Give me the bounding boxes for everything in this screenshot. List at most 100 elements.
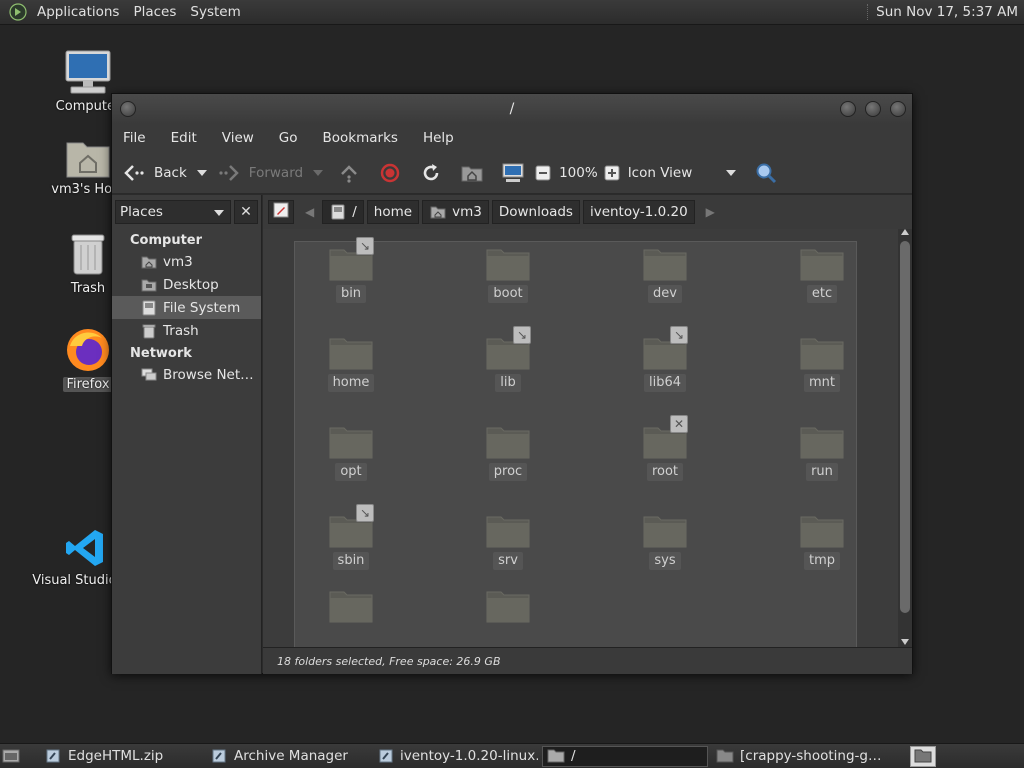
path-scroll-left[interactable]: ◀ [305, 205, 314, 219]
crumb-downloads[interactable]: Downloads [491, 200, 580, 224]
sidebar-item-file-system[interactable]: File System [112, 296, 261, 319]
forward-history-dropdown[interactable] [313, 169, 324, 176]
menu-edit[interactable]: Edit [164, 130, 204, 146]
menu-help[interactable]: Help [416, 130, 461, 146]
folder-item[interactable]: ↘ lib64 [610, 326, 720, 392]
search-button[interactable] [754, 161, 778, 185]
workspace-switcher[interactable] [910, 745, 936, 767]
sidebar-item-vm3[interactable]: vm3 [112, 250, 261, 273]
applications-menu[interactable]: Applications [30, 0, 126, 25]
close-sidebar-button[interactable]: ✕ [234, 200, 258, 224]
view-mode-select[interactable]: Icon View [628, 165, 755, 181]
folder-item[interactable]: ✕ root [610, 415, 720, 481]
taskbar-item-archive-manager[interactable]: Archive Manager [206, 746, 370, 767]
sidebar-selector[interactable]: Places [115, 200, 231, 224]
crumb-vm3[interactable]: vm3 [422, 200, 489, 224]
computer-icon [62, 44, 114, 96]
sidebar-item-label: vm3 [163, 253, 193, 270]
back-history-dropdown[interactable] [196, 169, 207, 176]
folder-item[interactable]: ↘ sbin [296, 504, 406, 570]
folder-item[interactable]: run [767, 425, 877, 481]
clock[interactable]: Sun Nov 17, 5:37 AM [867, 4, 1024, 20]
zoom-in-button[interactable] [600, 161, 624, 185]
taskbar-item-root-folder[interactable]: / [542, 745, 708, 767]
forward-button[interactable]: Forward [217, 161, 303, 185]
sidebar-item-trash[interactable]: Trash [112, 319, 261, 342]
folder-item[interactable]: sys [610, 514, 720, 570]
stop-icon [378, 161, 402, 185]
folder-item[interactable]: srv [453, 514, 563, 570]
top-panel: Applications Places System Sun Nov 17, 5… [0, 0, 1024, 25]
taskbar-item-crappy-shooting[interactable]: [crappy-shooting-g… [712, 746, 890, 767]
zoom-out-icon [531, 161, 555, 185]
menu-view[interactable]: View [215, 130, 261, 146]
window-titlebar[interactable]: / [112, 94, 912, 124]
computer-button[interactable] [501, 161, 525, 185]
scroll-down-arrow[interactable] [901, 639, 909, 645]
folder-icon [329, 589, 373, 623]
folder-item[interactable]: home [296, 336, 406, 392]
folder-label: etc [806, 285, 838, 303]
folder-item[interactable]: proc [453, 425, 563, 481]
folder-icon [486, 247, 530, 281]
symlink-emblem-icon: ↘ [356, 504, 374, 522]
status-bar: 18 folders selected, Free space: 26.9 GB [263, 647, 912, 674]
taskbar-item-iventoy-archive[interactable]: iventoy-1.0.20-linux… [374, 746, 538, 767]
workspace-icon [914, 748, 932, 764]
folder-icon [329, 336, 373, 370]
zoom-in-icon [600, 161, 624, 185]
crumb-home[interactable]: home [366, 200, 420, 224]
folder-label: mnt [804, 374, 840, 392]
folder-icon [716, 748, 734, 764]
scrollbar-thumb[interactable] [900, 241, 910, 613]
maximize-button[interactable] [865, 101, 881, 117]
folder-item[interactable] [453, 589, 563, 623]
folder-item[interactable]: ↘ bin [296, 237, 406, 303]
chevron-down-icon [214, 210, 224, 216]
minimize-button[interactable] [840, 101, 856, 117]
forward-label: Forward [248, 164, 304, 181]
folder-item[interactable]: boot [453, 247, 563, 303]
forward-arrow-icon [217, 161, 241, 185]
back-label: Back [154, 164, 187, 181]
back-button[interactable]: Back [122, 161, 187, 185]
sidebar-item-desktop[interactable]: Desktop [112, 273, 261, 296]
crumb-iventoy[interactable]: iventoy-1.0.20 [582, 200, 695, 224]
reload-button[interactable] [419, 161, 443, 185]
folder-item[interactable]: ↘ lib [453, 326, 563, 392]
places-menu[interactable]: Places [126, 0, 183, 25]
folder-label: boot [488, 285, 528, 303]
home-button[interactable] [460, 161, 484, 185]
show-desktop-icon [2, 748, 20, 764]
folder-item[interactable]: opt [296, 425, 406, 481]
system-menu[interactable]: System [183, 0, 247, 25]
menu-file[interactable]: File [116, 130, 153, 146]
folder-item[interactable]: mnt [767, 336, 877, 392]
up-button[interactable] [337, 161, 361, 185]
folder-item[interactable] [296, 589, 406, 623]
close-button[interactable] [890, 101, 906, 117]
toggle-location-button[interactable] [268, 200, 294, 224]
vertical-scrollbar[interactable] [898, 229, 912, 647]
folder-item[interactable]: dev [610, 247, 720, 303]
file-manager-window: / File Edit View Go Bookmarks Help Back … [111, 93, 913, 674]
distro-logo-icon[interactable] [8, 2, 28, 22]
icon-view[interactable]: ↘ bin boot dev etc home ↘ lib ↘ lib64 mnt opt proc ✕ r… [263, 229, 901, 647]
sidebar-selector-label: Places [120, 204, 163, 220]
taskbar-item-edgehtml[interactable]: EdgeHTML.zip [40, 746, 202, 767]
folder-item[interactable]: etc [767, 247, 877, 303]
menu-go[interactable]: Go [272, 130, 305, 146]
show-desktop-button[interactable] [0, 746, 26, 767]
zoom-level: 100% [559, 164, 598, 181]
desktop-label: Firefox [63, 377, 113, 392]
path-scroll-right[interactable]: ▶ [706, 205, 715, 219]
stop-button[interactable] [378, 161, 402, 185]
folder-item[interactable]: tmp [767, 514, 877, 570]
scroll-up-arrow[interactable] [901, 229, 909, 235]
folder-icon [329, 425, 373, 459]
sidebar-item-browse-network[interactable]: Browse Net… [112, 363, 261, 386]
up-arrow-icon [337, 161, 361, 185]
crumb-root[interactable]: / [322, 200, 364, 224]
zoom-out-button[interactable] [531, 161, 555, 185]
menu-bookmarks[interactable]: Bookmarks [316, 130, 405, 146]
